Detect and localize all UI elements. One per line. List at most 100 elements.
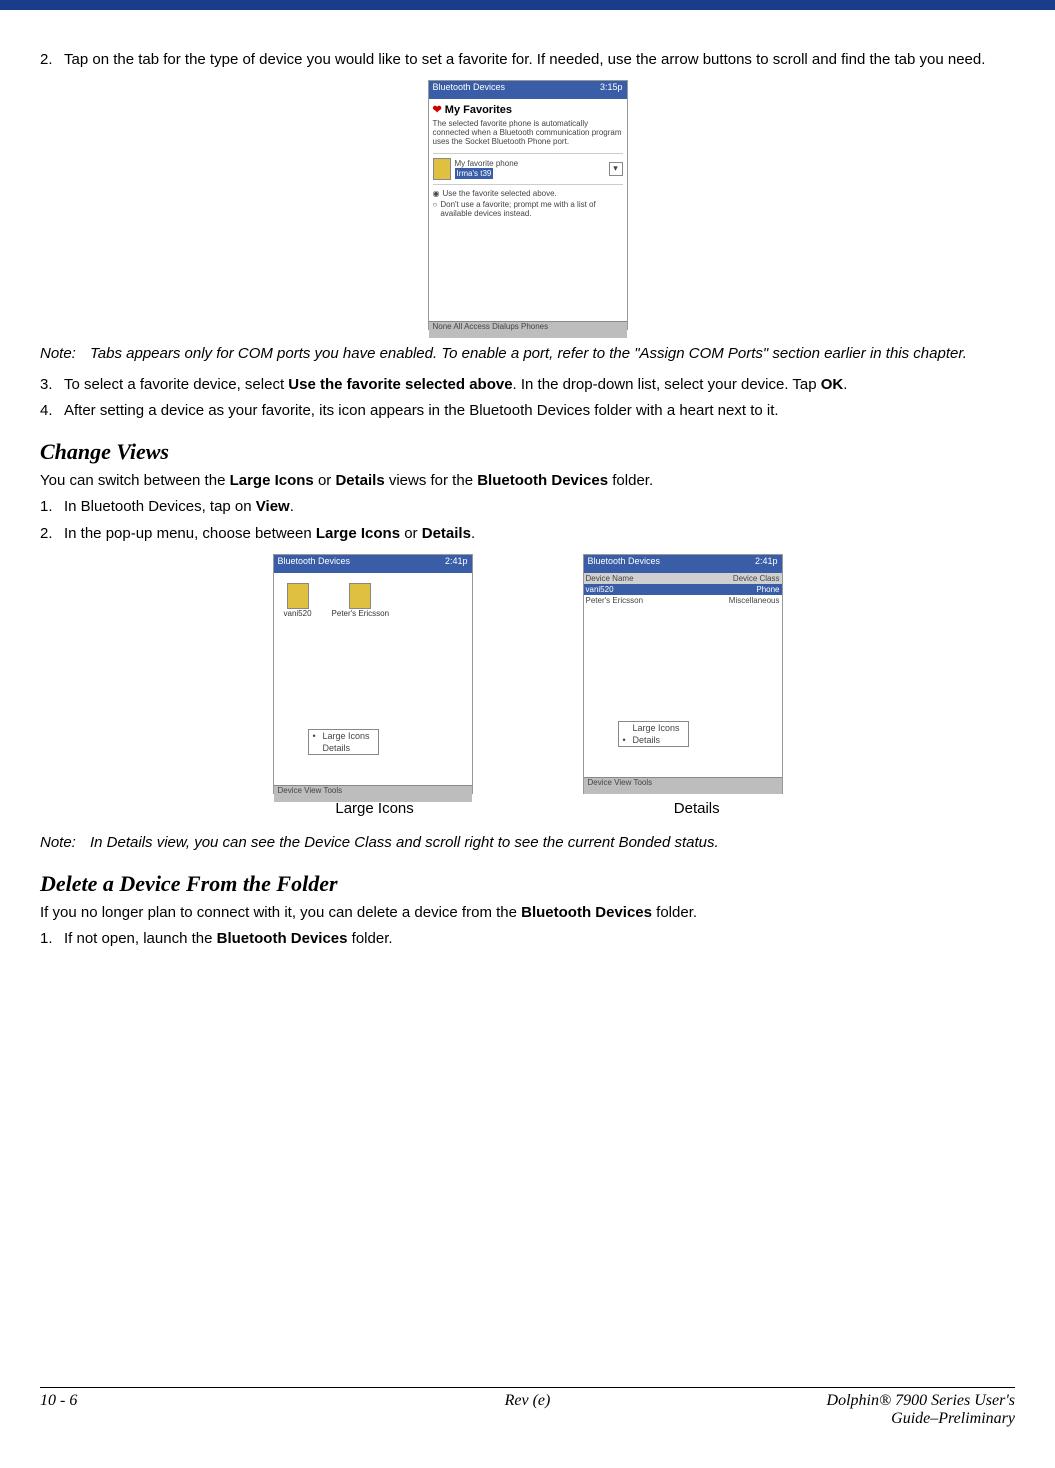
step-3-a: To select a favorite device, select xyxy=(64,376,288,393)
det-col1: Device Name xyxy=(586,574,733,583)
fav-radio1: Use the favorite selected above. xyxy=(442,189,556,198)
phone-icon xyxy=(433,158,451,180)
det-bottom: Device View Tools xyxy=(584,777,782,794)
cv-intro-b2: Details xyxy=(335,472,384,489)
note2-text: In Details view, you can see the Device … xyxy=(90,833,1015,853)
cv-intro-e: folder. xyxy=(608,472,653,489)
view-popup-menu: Large Icons Details xyxy=(308,729,379,755)
cv-s2-b1: Large Icons xyxy=(316,525,400,542)
step-4: 4. After setting a device as your favori… xyxy=(40,401,1015,421)
cv-s1-b: View xyxy=(256,498,290,515)
step-4-number: 4. xyxy=(40,401,64,421)
det-r1c1: vani520 xyxy=(586,585,757,594)
details-titlebar: Bluetooth Devices 2:41p xyxy=(584,555,782,573)
page-footer: 10 - 6 Rev (e) Dolphin® 7900 Series User… xyxy=(40,1387,1015,1428)
cv-step-1-num: 1. xyxy=(40,497,64,517)
cv-s2-a: In the pop-up menu, choose between xyxy=(64,525,316,542)
header-rule xyxy=(0,0,1055,10)
del-intro-b: Bluetooth Devices xyxy=(521,904,652,921)
cv-step-2: 2. In the pop-up menu, choose between La… xyxy=(40,524,1015,544)
change-views-heading: Change Views xyxy=(40,439,1015,465)
li-time: 2:41p xyxy=(445,556,468,572)
delete-device-heading: Delete a Device From the Folder xyxy=(40,871,1015,897)
step-3-text: To select a favorite device, select Use … xyxy=(64,375,1015,395)
radio-selected-icon[interactable]: ◉ xyxy=(433,189,440,198)
document-page: 2. Tap on the tab for the type of device… xyxy=(0,0,1055,1468)
cv-step-2-num: 2. xyxy=(40,524,64,544)
det-body: Device Name Device Class vani520 Phone P… xyxy=(584,573,782,777)
note-com-ports: Note: Tabs appears only for COM ports yo… xyxy=(40,344,1015,364)
del-s1-a: If not open, launch the xyxy=(64,930,217,947)
menu-details-2[interactable]: Details xyxy=(619,734,688,746)
fav-radio2: Don't use a favorite; prompt me with a l… xyxy=(440,200,622,218)
del-s1-text: If not open, launch the Bluetooth Device… xyxy=(64,929,1015,949)
cv-step-1-text: In Bluetooth Devices, tap on View. xyxy=(64,497,1015,517)
det-r2c1: Peter's Ericsson xyxy=(586,596,729,605)
del-s1-c: folder. xyxy=(348,930,393,947)
caption-large-icons: Large Icons xyxy=(335,800,413,817)
favorites-tabs: None All Access Dialups Phones xyxy=(429,321,627,338)
details-row-1: vani520 Phone xyxy=(584,584,782,595)
views-figure-row: Bluetooth Devices 2:41p vani520 Peter's … xyxy=(40,554,1015,794)
del-s1-b: Bluetooth Devices xyxy=(217,930,348,947)
details-row-2: Peter's Ericsson Miscellaneous xyxy=(584,595,782,606)
li-body: vani520 Peter's Ericsson Large Icons Det… xyxy=(274,573,472,785)
step-2-number: 2. xyxy=(40,50,64,70)
favorites-heading: My Favorites xyxy=(445,104,512,116)
det-time: 2:41p xyxy=(755,556,778,572)
cv-intro-d: views for the xyxy=(385,472,478,489)
device-icon xyxy=(287,583,309,609)
footer-revision: Rev (e) xyxy=(365,1392,690,1428)
footer-right-line1: Dolphin® 7900 Series User's xyxy=(690,1392,1015,1410)
step-3-bold1: Use the favorite selected above xyxy=(288,376,512,393)
step-4-text: After setting a device as your favorite,… xyxy=(64,401,1015,421)
favorites-desc: The selected favorite phone is automatic… xyxy=(433,120,623,146)
favorites-title: Bluetooth Devices xyxy=(433,82,506,98)
cv-s2-d: . xyxy=(471,525,475,542)
menu-large-icons[interactable]: Large Icons xyxy=(309,730,378,742)
cv-step-2-text: In the pop-up menu, choose between Large… xyxy=(64,524,1015,544)
views-caption-row: Large Icons Details xyxy=(40,800,1015,817)
menu-details[interactable]: Details xyxy=(309,742,378,754)
icon-item-2: Peter's Ericsson xyxy=(332,583,390,618)
det-r1c2: Phone xyxy=(756,585,779,594)
step-3: 3. To select a favorite device, select U… xyxy=(40,375,1015,395)
favorites-screenshot: Bluetooth Devices 3:15p ❤ My Favorites T… xyxy=(428,80,628,330)
change-views-intro: You can switch between the Large Icons o… xyxy=(40,471,1015,491)
menu-large-icons-2[interactable]: Large Icons xyxy=(619,722,688,734)
step-3-bold2: OK xyxy=(821,376,844,393)
step-3-number: 3. xyxy=(40,375,64,395)
large-icons-screenshot: Bluetooth Devices 2:41p vani520 Peter's … xyxy=(273,554,473,794)
device-icon xyxy=(349,583,371,609)
footer-right-line2: Guide–Preliminary xyxy=(690,1410,1015,1428)
fav-phone-label: My favorite phone xyxy=(455,159,605,168)
favorites-time: 3:15p xyxy=(600,82,623,98)
step-3-c: . xyxy=(843,376,847,393)
note-details-view: Note: In Details view, you can see the D… xyxy=(40,833,1015,853)
note1-label: Note: xyxy=(40,344,90,364)
caption-details: Details xyxy=(674,800,720,817)
dropdown-arrow-icon[interactable]: ▾ xyxy=(609,162,623,176)
cv-s1-c: . xyxy=(290,498,294,515)
large-icons-titlebar: Bluetooth Devices 2:41p xyxy=(274,555,472,573)
icon1-label: vani520 xyxy=(284,609,312,618)
icon-row: vani520 Peter's Ericsson xyxy=(278,577,468,624)
det-title: Bluetooth Devices xyxy=(588,556,661,572)
cv-intro-b3: Bluetooth Devices xyxy=(477,472,608,489)
favorites-figure: Bluetooth Devices 3:15p ❤ My Favorites T… xyxy=(40,80,1015,330)
li-bottom: Device View Tools xyxy=(274,785,472,802)
fav-phone-value: Irma's t39 xyxy=(455,168,494,179)
del-intro-a: If you no longer plan to connect with it… xyxy=(40,904,521,921)
li-title: Bluetooth Devices xyxy=(278,556,351,572)
del-s1-num: 1. xyxy=(40,929,64,949)
note1-text: Tabs appears only for COM ports you have… xyxy=(90,344,1015,364)
footer-guide-title: Dolphin® 7900 Series User's Guide–Prelim… xyxy=(690,1392,1015,1428)
det-r2c2: Miscellaneous xyxy=(729,596,780,605)
radio-unselected-icon[interactable]: ○ xyxy=(433,200,438,209)
step-2: 2. Tap on the tab for the type of device… xyxy=(40,50,1015,70)
cv-s2-b2: Details xyxy=(422,525,471,542)
del-intro-c: folder. xyxy=(652,904,697,921)
delete-step-1: 1. If not open, launch the Bluetooth Dev… xyxy=(40,929,1015,949)
details-popup-menu: Large Icons Details xyxy=(618,721,689,747)
favorites-body: ❤ My Favorites The selected favorite pho… xyxy=(429,99,627,321)
